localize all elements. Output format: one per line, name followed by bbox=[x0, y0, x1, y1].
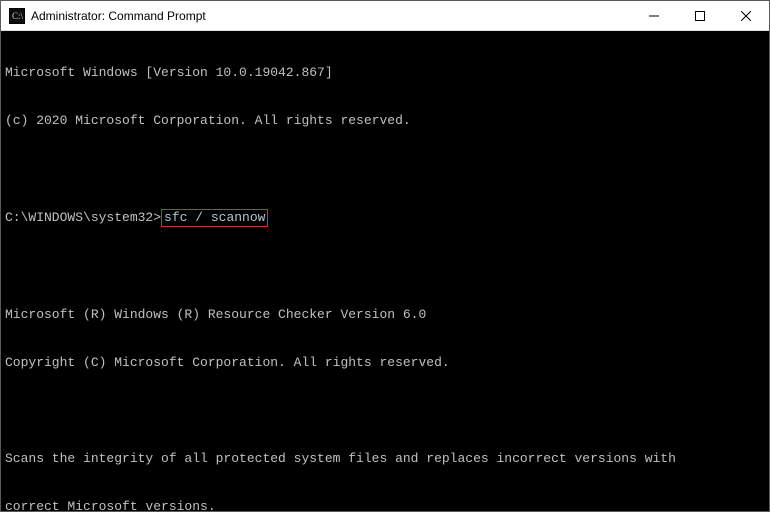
svg-text:C:\: C:\ bbox=[12, 11, 24, 21]
output-line: Microsoft Windows [Version 10.0.19042.86… bbox=[5, 65, 765, 81]
blank-line bbox=[5, 403, 765, 419]
output-line: (c) 2020 Microsoft Corporation. All righ… bbox=[5, 113, 765, 129]
output-line: Microsoft (R) Windows (R) Resource Check… bbox=[5, 307, 765, 323]
titlebar: C:\ Administrator: Command Prompt bbox=[1, 1, 769, 31]
cmd-icon: C:\ bbox=[9, 8, 25, 24]
command-text: sfc / scannow bbox=[164, 210, 265, 225]
output-line: Scans the integrity of all protected sys… bbox=[5, 451, 765, 467]
window-controls bbox=[631, 1, 769, 30]
blank-line bbox=[5, 259, 765, 275]
blank-line bbox=[5, 161, 765, 177]
command-highlight: sfc / scannow bbox=[161, 209, 268, 227]
prompt-path: C:\WINDOWS\system32> bbox=[5, 210, 161, 225]
window-title: Administrator: Command Prompt bbox=[31, 9, 631, 23]
maximize-button[interactable] bbox=[677, 1, 723, 30]
console-area[interactable]: Microsoft Windows [Version 10.0.19042.86… bbox=[1, 31, 769, 511]
minimize-button[interactable] bbox=[631, 1, 677, 30]
output-line: correct Microsoft versions. bbox=[5, 499, 765, 511]
command-prompt-window: C:\ Administrator: Command Prompt Micros… bbox=[0, 0, 770, 512]
close-button[interactable] bbox=[723, 1, 769, 30]
output-line: Copyright (C) Microsoft Corporation. All… bbox=[5, 355, 765, 371]
prompt-line: C:\WINDOWS\system32>sfc / scannow bbox=[5, 209, 765, 227]
